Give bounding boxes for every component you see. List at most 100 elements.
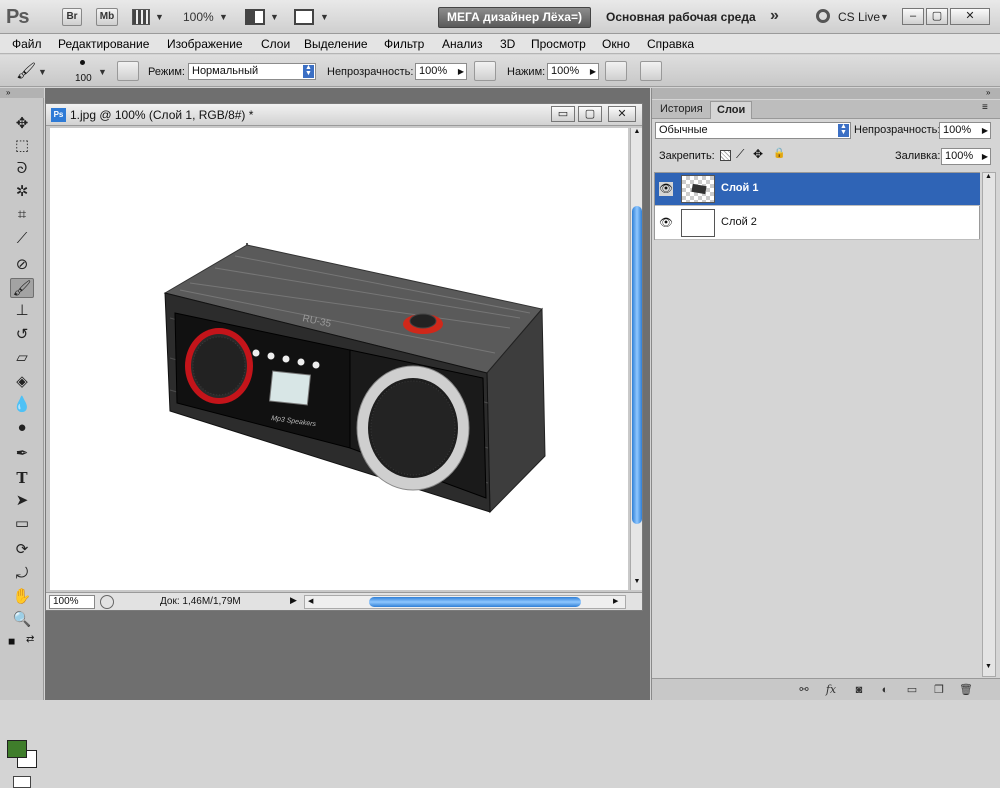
chevron-down-icon[interactable]: ▼ bbox=[320, 12, 329, 22]
layer-row[interactable]: 👁 Слой 1 bbox=[655, 173, 980, 206]
lasso-tool-icon[interactable]: ᘐ bbox=[10, 159, 34, 179]
tab-layers[interactable]: Слои bbox=[710, 101, 753, 119]
zoom-field[interactable]: 100% bbox=[49, 595, 95, 609]
maximize-button[interactable]: ▢ bbox=[926, 8, 948, 25]
healing-brush-tool-icon[interactable]: ⊘ bbox=[10, 255, 34, 275]
dodge-tool-icon[interactable]: ● bbox=[10, 418, 34, 438]
brush-size-picker[interactable]: 100 ▼ bbox=[64, 57, 108, 85]
filmstrip-icon[interactable] bbox=[132, 9, 150, 25]
eye-icon[interactable]: 👁 bbox=[659, 182, 673, 196]
doc-maximize-button[interactable]: ▢ bbox=[578, 106, 602, 122]
type-tool-icon[interactable]: T bbox=[10, 468, 34, 488]
foreground-color-swatch[interactable] bbox=[7, 740, 27, 758]
menu-edit[interactable]: Редактирование bbox=[58, 37, 149, 51]
workspace-name[interactable]: Основная рабочая среда bbox=[606, 10, 756, 24]
paint-bucket-tool-icon[interactable]: ◈ bbox=[10, 372, 34, 392]
blend-mode-select[interactable]: Нормальный ▲ ▼ bbox=[188, 63, 316, 80]
collapse-panels-icon[interactable]: » bbox=[652, 88, 1000, 99]
scroll-up-icon[interactable]: ▲ bbox=[985, 173, 992, 180]
brush-panel-toggle-icon[interactable] bbox=[117, 61, 139, 81]
add-mask-icon[interactable]: ◙ bbox=[851, 682, 867, 698]
tablet-opacity-icon[interactable] bbox=[474, 61, 496, 81]
menu-window[interactable]: Окно bbox=[602, 37, 630, 51]
menu-view[interactable]: Просмотр bbox=[531, 37, 586, 51]
chevron-down-icon[interactable]: ▼ bbox=[880, 12, 889, 22]
eraser-tool-icon[interactable]: ▱ bbox=[10, 348, 34, 368]
menu-select[interactable]: Выделение bbox=[304, 37, 368, 51]
more-workspaces-icon[interactable]: » bbox=[770, 7, 779, 25]
layers-scrollbar[interactable]: ▲ ▼ bbox=[982, 172, 996, 677]
workspace-mega-button[interactable]: МЕГА дизайнер Лёха=) bbox=[438, 7, 591, 28]
panel-menu-icon[interactable]: ≡ bbox=[982, 102, 988, 113]
close-button[interactable]: ✕ bbox=[950, 8, 990, 25]
quick-selection-tool-icon[interactable]: ✲ bbox=[10, 182, 34, 202]
menu-help[interactable]: Справка bbox=[647, 37, 694, 51]
lock-transparency-icon[interactable] bbox=[720, 150, 731, 161]
opacity-field[interactable]: 100% ▶ bbox=[415, 63, 467, 80]
minimize-button[interactable]: – bbox=[902, 8, 924, 25]
mini-bridge-button[interactable]: Mb bbox=[96, 8, 118, 26]
doc-close-button[interactable]: ✕ bbox=[608, 106, 636, 122]
doc-minimize-button[interactable]: ▭ bbox=[551, 106, 575, 122]
blur-tool-icon[interactable]: 💧 bbox=[10, 395, 34, 415]
scroll-up-icon[interactable]: ▲ bbox=[632, 128, 642, 138]
marquee-tool-icon[interactable]: ⬚ bbox=[10, 136, 34, 156]
tablet-size-icon[interactable] bbox=[640, 61, 662, 81]
layer-style-icon[interactable]: fx bbox=[823, 682, 839, 698]
scroll-down-icon[interactable]: ▼ bbox=[632, 578, 642, 588]
collapse-toolbar-icon[interactable]: » bbox=[0, 88, 44, 98]
airbrush-icon[interactable] bbox=[605, 61, 627, 81]
scroll-right-icon[interactable]: ▶ bbox=[613, 597, 618, 605]
eye-icon[interactable]: 👁 bbox=[659, 216, 673, 230]
menu-image[interactable]: Изображение bbox=[167, 37, 243, 51]
lock-pixels-icon[interactable]: ⟋ bbox=[736, 147, 744, 162]
fill-field[interactable]: 100% ▶ bbox=[941, 148, 991, 165]
horizontal-scrollbar[interactable]: ◀ ▶ bbox=[304, 595, 626, 609]
menu-analysis[interactable]: Анализ bbox=[442, 37, 483, 51]
layer-row[interactable]: 👁 Слой 2 bbox=[655, 207, 980, 240]
bridge-button[interactable]: Br bbox=[62, 8, 82, 26]
path-selection-tool-icon[interactable]: ➤ bbox=[10, 491, 34, 511]
zoom-tool-icon[interactable]: 🔍 bbox=[10, 610, 34, 630]
chevron-down-icon[interactable]: ▼ bbox=[270, 12, 279, 22]
swap-colors-icon[interactable]: ⇄ bbox=[26, 634, 34, 645]
brush-tool-icon[interactable]: 🖌 bbox=[10, 278, 34, 298]
menu-layers[interactable]: Слои bbox=[261, 37, 290, 51]
lock-all-icon[interactable]: 🔒 bbox=[773, 148, 785, 159]
layer-blend-mode-select[interactable]: Обычные ▲ ▼ bbox=[655, 122, 851, 139]
scroll-down-icon[interactable]: ▼ bbox=[985, 663, 992, 670]
zoom-level[interactable]: 100% bbox=[183, 10, 214, 24]
rectangle-tool-icon[interactable]: ▭ bbox=[10, 514, 34, 534]
canvas[interactable]: Mp3 Speakers RU-35 bbox=[50, 128, 628, 590]
menu-filter[interactable]: Фильтр bbox=[384, 37, 424, 51]
history-brush-tool-icon[interactable]: ↺ bbox=[10, 325, 34, 345]
move-tool-icon[interactable]: ✥ bbox=[10, 114, 34, 134]
pressure-field[interactable]: 100% ▶ bbox=[547, 63, 599, 80]
status-options-icon[interactable] bbox=[100, 595, 114, 609]
tab-history[interactable]: История bbox=[654, 101, 709, 119]
layer-opacity-field[interactable]: 100% ▶ bbox=[939, 122, 991, 139]
crop-tool-icon[interactable]: ⌗ bbox=[10, 205, 34, 225]
vertical-scrollbar[interactable]: ▲ ▼ bbox=[630, 128, 642, 590]
chevron-down-icon[interactable]: ▼ bbox=[219, 12, 228, 22]
horizontal-scroll-thumb[interactable] bbox=[369, 597, 581, 607]
arrange-documents-icon[interactable] bbox=[245, 9, 265, 25]
screen-mode-icon[interactable] bbox=[294, 9, 314, 25]
scroll-left-icon[interactable]: ◀ bbox=[308, 597, 313, 605]
default-colors-icon[interactable]: ◼ bbox=[8, 636, 18, 646]
link-layers-icon[interactable]: ⚯ bbox=[796, 682, 812, 698]
chevron-down-icon[interactable]: ▼ bbox=[155, 12, 164, 22]
hand-tool-icon[interactable]: ✋ bbox=[10, 587, 34, 607]
eyedropper-tool-icon[interactable]: ⟋ bbox=[10, 229, 34, 249]
tool-preset-picker[interactable]: 🖌 ▼ bbox=[8, 61, 50, 83]
new-group-icon[interactable]: ▭ bbox=[904, 682, 920, 698]
status-menu-arrow-icon[interactable]: ▶ bbox=[290, 595, 297, 606]
cs-live-button[interactable]: CS Live bbox=[838, 10, 880, 24]
3d-rotate-tool-icon[interactable]: ⟳ bbox=[10, 540, 34, 560]
menu-file[interactable]: Файл bbox=[12, 37, 42, 51]
3d-orbit-tool-icon[interactable]: ⤾ bbox=[10, 564, 34, 584]
clone-stamp-tool-icon[interactable]: ⊥ bbox=[10, 301, 34, 321]
pen-tool-icon[interactable]: ✒ bbox=[10, 444, 34, 464]
document-titlebar[interactable]: Ps 1.jpg @ 100% (Слой 1, RGB/8#) * ▭ ▢ ✕ bbox=[46, 104, 642, 126]
new-layer-icon[interactable]: ❐ bbox=[931, 682, 947, 698]
